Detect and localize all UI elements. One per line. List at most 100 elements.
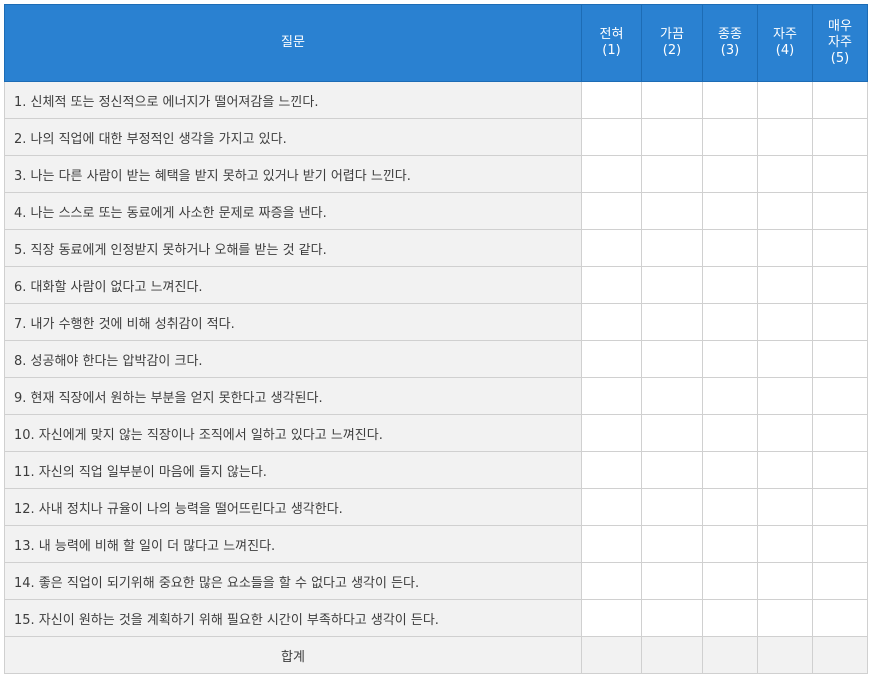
table-row: 12. 사내 정치나 규율이 나의 능력을 떨어뜨린다고 생각한다. [4, 488, 868, 526]
answer-cell[interactable] [812, 525, 868, 563]
answer-cell[interactable] [641, 377, 703, 415]
table-row: 7. 내가 수행한 것에 비해 성취감이 적다. [4, 303, 868, 341]
answer-cell[interactable] [757, 81, 813, 119]
header-row: 질문 전혀 (1) 가끔 (2) 종종 (3) 자주 (4) 매우 자주 (5) [4, 4, 868, 82]
answer-cell[interactable] [812, 451, 868, 489]
answer-cell[interactable] [812, 488, 868, 526]
answer-cell[interactable] [812, 118, 868, 156]
answer-cell[interactable] [581, 599, 642, 637]
answer-cell[interactable] [757, 303, 813, 341]
table-row: 10. 자신에게 맞지 않는 직장이나 조직에서 일하고 있다고 느껴진다. [4, 414, 868, 452]
answer-cell[interactable] [641, 155, 703, 193]
answer-cell[interactable] [757, 414, 813, 452]
answer-cell[interactable] [757, 599, 813, 637]
answer-cell[interactable] [757, 377, 813, 415]
answer-cell[interactable] [581, 303, 642, 341]
answer-cell[interactable] [581, 340, 642, 378]
answer-cell[interactable] [702, 266, 758, 304]
question-text: 4. 나는 스스로 또는 동료에게 사소한 문제로 짜증을 낸다. [4, 192, 582, 230]
answer-cell[interactable] [812, 229, 868, 267]
answer-cell[interactable] [812, 414, 868, 452]
answer-cell[interactable] [641, 562, 703, 600]
answer-cell[interactable] [702, 229, 758, 267]
answer-cell[interactable] [581, 118, 642, 156]
header-label: 자주 [828, 35, 852, 50]
table-row: 4. 나는 스스로 또는 동료에게 사소한 문제로 짜증을 낸다. [4, 192, 868, 230]
answer-cell[interactable] [812, 266, 868, 304]
answer-cell[interactable] [757, 155, 813, 193]
answer-cell[interactable] [757, 118, 813, 156]
answer-cell[interactable] [702, 451, 758, 489]
answer-cell[interactable] [757, 525, 813, 563]
column-header-question: 질문 [4, 4, 582, 82]
answer-cell[interactable] [702, 414, 758, 452]
answer-cell[interactable] [702, 340, 758, 378]
table-row: 2. 나의 직업에 대한 부정적인 생각을 가지고 있다. [4, 118, 868, 156]
answer-cell[interactable] [641, 229, 703, 267]
answer-cell[interactable] [812, 303, 868, 341]
answer-cell[interactable] [812, 599, 868, 637]
answer-cell[interactable] [702, 192, 758, 230]
answer-cell[interactable] [641, 340, 703, 378]
answer-cell[interactable] [641, 488, 703, 526]
answer-cell[interactable] [581, 266, 642, 304]
answer-cell[interactable] [641, 599, 703, 637]
answer-cell[interactable] [641, 118, 703, 156]
question-text: 12. 사내 정치나 규율이 나의 능력을 떨어뜨린다고 생각한다. [4, 488, 582, 526]
answer-cell[interactable] [581, 81, 642, 119]
answer-cell[interactable] [702, 377, 758, 415]
answer-cell[interactable] [581, 525, 642, 563]
answer-cell[interactable] [757, 192, 813, 230]
answer-cell[interactable] [581, 451, 642, 489]
answer-cell[interactable] [702, 303, 758, 341]
answer-cell[interactable] [641, 192, 703, 230]
table-row: 13. 내 능력에 비해 할 일이 더 많다고 느껴진다. [4, 525, 868, 563]
answer-cell[interactable] [757, 229, 813, 267]
header-score: (1) [602, 43, 621, 58]
answer-cell[interactable] [641, 525, 703, 563]
answer-cell[interactable] [702, 599, 758, 637]
table-row: 1. 신체적 또는 정신적으로 에너지가 떨어져감을 느낀다. [4, 81, 868, 119]
header-score: (2) [662, 43, 682, 58]
answer-cell[interactable] [757, 266, 813, 304]
answer-cell[interactable] [641, 303, 703, 341]
answer-cell[interactable] [812, 377, 868, 415]
total-label: 합계 [4, 636, 582, 674]
answer-cell[interactable] [641, 81, 703, 119]
header-score: (4) [775, 43, 795, 58]
answer-cell[interactable] [702, 525, 758, 563]
answer-cell[interactable] [581, 155, 642, 193]
answer-cell[interactable] [641, 451, 703, 489]
question-text: 10. 자신에게 맞지 않는 직장이나 조직에서 일하고 있다고 느껴진다. [4, 414, 582, 452]
answer-cell[interactable] [702, 562, 758, 600]
answer-cell[interactable] [702, 488, 758, 526]
answer-cell[interactable] [581, 192, 642, 230]
answer-cell[interactable] [757, 562, 813, 600]
answer-cell[interactable] [581, 562, 642, 600]
answer-cell[interactable] [812, 192, 868, 230]
answer-cell[interactable] [702, 81, 758, 119]
answer-cell[interactable] [581, 488, 642, 526]
answer-cell[interactable] [581, 229, 642, 267]
answer-cell[interactable] [757, 451, 813, 489]
answer-cell[interactable] [812, 81, 868, 119]
answer-cell[interactable] [812, 562, 868, 600]
table-row: 6. 대화할 사람이 없다고 느껴진다. [4, 266, 868, 304]
answer-cell[interactable] [581, 377, 642, 415]
answer-cell[interactable] [702, 155, 758, 193]
answer-cell[interactable] [641, 414, 703, 452]
total-cell [702, 636, 758, 674]
answer-cell[interactable] [812, 155, 868, 193]
answer-cell[interactable] [581, 414, 642, 452]
answer-cell[interactable] [757, 340, 813, 378]
total-cell [581, 636, 642, 674]
header-label: 매우 [828, 19, 852, 34]
table-row: 5. 직장 동료에게 인정받지 못하거나 오해를 받는 것 같다. [4, 229, 868, 267]
column-header-frequently: 자주 (4) [757, 4, 813, 82]
answer-cell[interactable] [812, 340, 868, 378]
question-text: 15. 자신이 원하는 것을 계획하기 위해 필요한 시간이 부족하다고 생각이… [4, 599, 582, 637]
answer-cell[interactable] [641, 266, 703, 304]
answer-cell[interactable] [702, 118, 758, 156]
answer-cell[interactable] [757, 488, 813, 526]
survey-table: 질문 전혀 (1) 가끔 (2) 종종 (3) 자주 (4) 매우 자주 (5) [4, 4, 868, 674]
